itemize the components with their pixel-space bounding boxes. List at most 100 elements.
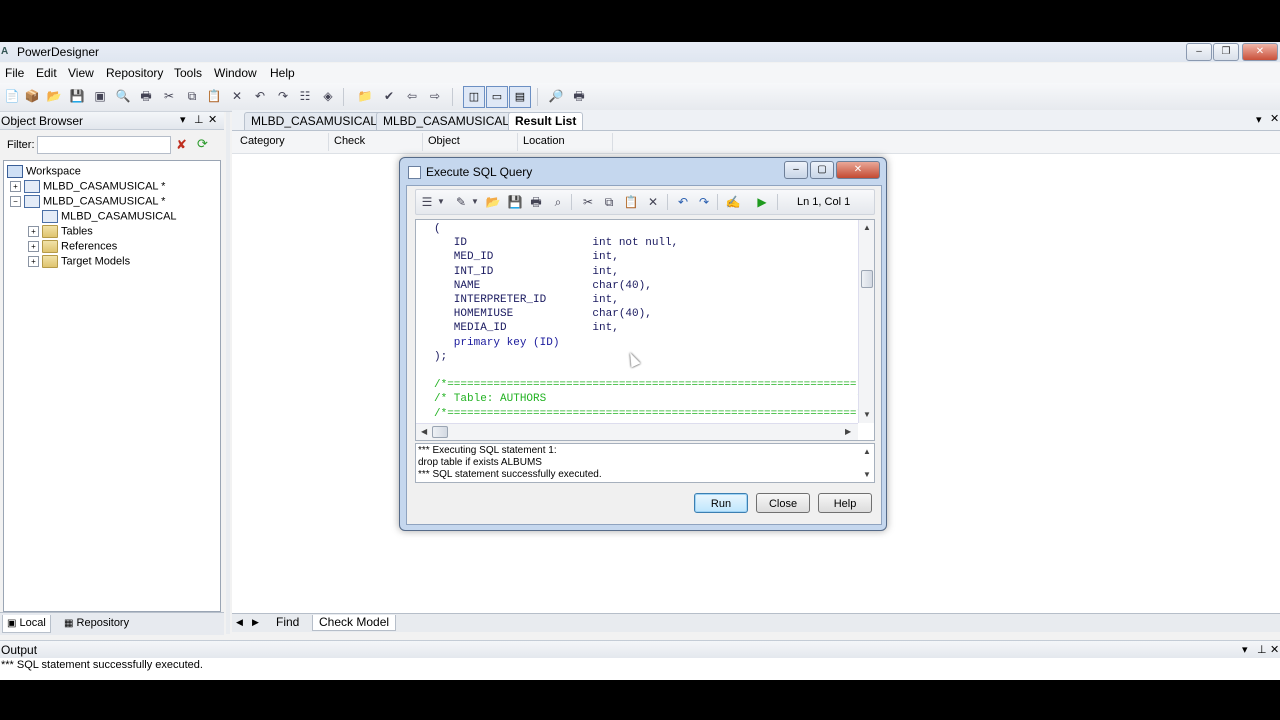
tree-node-model-1[interactable]: + MLBD_CASAMUSICAL * (10, 180, 165, 193)
pin-icon[interactable]: ⊥ (1257, 643, 1267, 656)
delete-icon[interactable]: ✕ (229, 88, 245, 104)
run-icon[interactable]: ▶ (754, 194, 770, 210)
chevron-down-icon[interactable]: ▼ (433, 194, 449, 210)
new-project-icon[interactable]: 📦 (24, 88, 40, 104)
save-icon[interactable]: 💾 (69, 88, 85, 104)
message-log[interactable]: *** Executing SQL statement 1: drop tabl… (415, 443, 875, 483)
tab-check-model[interactable]: Check Model (312, 615, 397, 631)
copy-icon[interactable]: ⧉ (601, 194, 617, 210)
tab-model-1[interactable]: MLBD_CASAMUSICAL (244, 112, 385, 130)
output-toggle-icon[interactable]: ▭ (486, 86, 508, 108)
print-preview-icon[interactable]: 🔍 (115, 88, 131, 104)
horizontal-scrollbar[interactable]: ◀ ▶ (416, 423, 858, 440)
expand-icon[interactable]: + (28, 241, 39, 252)
dropdown-icon[interactable]: ▾ (1242, 643, 1248, 656)
column-object[interactable]: Object (428, 135, 460, 147)
open-icon[interactable]: 📂 (485, 194, 501, 210)
close-window-button[interactable]: ✕ (1242, 43, 1278, 61)
column-category[interactable]: Category (240, 135, 285, 147)
help-button[interactable]: Help (818, 493, 872, 513)
cut-icon[interactable]: ✂ (161, 88, 177, 104)
column-check[interactable]: Check (334, 135, 365, 147)
check-model-icon[interactable]: ✔ (381, 88, 397, 104)
menu-file[interactable]: File (5, 66, 24, 80)
menu-help[interactable]: Help (270, 66, 295, 80)
column-location[interactable]: Location (523, 135, 565, 147)
back-icon[interactable]: ⇦ (404, 88, 420, 104)
scroll-right-icon[interactable]: ▶ (845, 427, 851, 436)
scroll-up-icon[interactable]: ▲ (863, 447, 871, 456)
scroll-down-icon[interactable]: ▼ (863, 470, 871, 479)
close-icon[interactable]: ✕ (1270, 112, 1279, 125)
splitter[interactable] (226, 112, 230, 634)
sql-code[interactable]: ( ID int not null, MED_ID int, INT_ID in… (434, 222, 870, 421)
scroll-thumb[interactable] (432, 426, 448, 438)
cut-icon[interactable]: ✂ (580, 194, 596, 210)
vertical-scrollbar[interactable]: ▲ ▼ (858, 220, 874, 423)
paste-icon[interactable]: 📋 (623, 194, 639, 210)
scroll-down-icon[interactable]: ▼ (863, 410, 871, 419)
scroll-left-icon[interactable]: ◀ (236, 615, 243, 630)
undo-icon[interactable]: ↶ (675, 194, 691, 210)
restore-button[interactable]: ❐ (1213, 43, 1239, 61)
dropdown-icon[interactable]: ▾ (180, 113, 186, 126)
menu-window[interactable]: Window (214, 66, 257, 80)
expand-icon[interactable]: + (28, 226, 39, 237)
menu-edit[interactable]: Edit (36, 66, 57, 80)
find-icon[interactable]: ⌕ (550, 194, 566, 210)
menu-view[interactable]: View (68, 66, 94, 80)
print-icon[interactable]: 🖶 (138, 88, 154, 104)
dropdown-icon[interactable]: ▾ (1256, 113, 1262, 126)
tree-node-workspace[interactable]: Workspace (7, 165, 81, 178)
close-button[interactable]: Close (756, 493, 810, 513)
save-all-icon[interactable]: ▣ (92, 88, 108, 104)
tree-node-references[interactable]: + References (28, 240, 117, 253)
menu-repository[interactable]: Repository (106, 66, 163, 80)
chevron-down-icon[interactable]: ▼ (467, 194, 483, 210)
print-icon[interactable]: 🖶 (528, 194, 544, 210)
model-icon[interactable]: ◈ (320, 88, 336, 104)
zoom-icon[interactable]: 🔎 (548, 88, 564, 104)
refresh-icon[interactable]: ⟳ (197, 136, 208, 152)
tab-result-list[interactable]: Result List (508, 112, 584, 130)
tab-local[interactable]: ▣ Local (2, 615, 51, 633)
close-icon[interactable]: ✕ (208, 113, 217, 126)
expand-icon[interactable]: + (10, 181, 21, 192)
package-icon[interactable]: 📁 (357, 88, 373, 104)
delete-icon[interactable]: ✕ (645, 194, 661, 210)
filter-input[interactable] (37, 136, 171, 154)
print-setup-icon[interactable]: 🖶 (571, 88, 587, 104)
edit-script-icon[interactable]: ✍ (725, 194, 741, 210)
undo-icon[interactable]: ↶ (252, 88, 268, 104)
result-list-toggle-icon[interactable]: ▤ (509, 86, 531, 108)
save-icon[interactable]: 💾 (507, 194, 523, 210)
tree-node-diagram[interactable]: MLBD_CASAMUSICAL (42, 210, 177, 223)
minimize-button[interactable]: ‒ (1186, 43, 1212, 61)
tree-node-tables[interactable]: + Tables (28, 225, 93, 238)
paste-icon[interactable]: 📋 (206, 88, 222, 104)
scroll-thumb[interactable] (861, 270, 873, 288)
collapse-icon[interactable]: − (10, 196, 21, 207)
properties-icon[interactable]: ☷ (297, 88, 313, 104)
scroll-right-icon[interactable]: ▶ (252, 615, 259, 630)
close-icon[interactable]: ✕ (1270, 643, 1279, 656)
scroll-up-icon[interactable]: ▲ (863, 223, 871, 232)
copy-icon[interactable]: ⧉ (184, 88, 200, 104)
redo-icon[interactable]: ↷ (275, 88, 291, 104)
tree-node-model-2[interactable]: − MLBD_CASAMUSICAL * (10, 195, 165, 208)
open-icon[interactable]: 📂 (46, 88, 62, 104)
maximize-button[interactable]: ▢ (810, 161, 834, 179)
new-icon[interactable]: 📄 (4, 88, 20, 104)
forward-icon[interactable]: ⇨ (427, 88, 443, 104)
tab-model-2[interactable]: MLBD_CASAMUSICAL (376, 112, 517, 130)
tab-find[interactable]: Find (276, 615, 299, 630)
tree-node-target-models[interactable]: + Target Models (28, 255, 130, 268)
expand-icon[interactable]: + (28, 256, 39, 267)
redo-icon[interactable]: ↷ (696, 194, 712, 210)
filter-clear-icon[interactable]: ✘ (176, 137, 187, 153)
close-dialog-button[interactable]: ✕ (836, 161, 880, 179)
tab-repository[interactable]: ▦ Repository (60, 615, 133, 632)
run-button[interactable]: Run (694, 493, 748, 513)
minimize-button[interactable]: ‒ (784, 161, 808, 179)
pin-icon[interactable]: ⊥ (194, 113, 204, 126)
